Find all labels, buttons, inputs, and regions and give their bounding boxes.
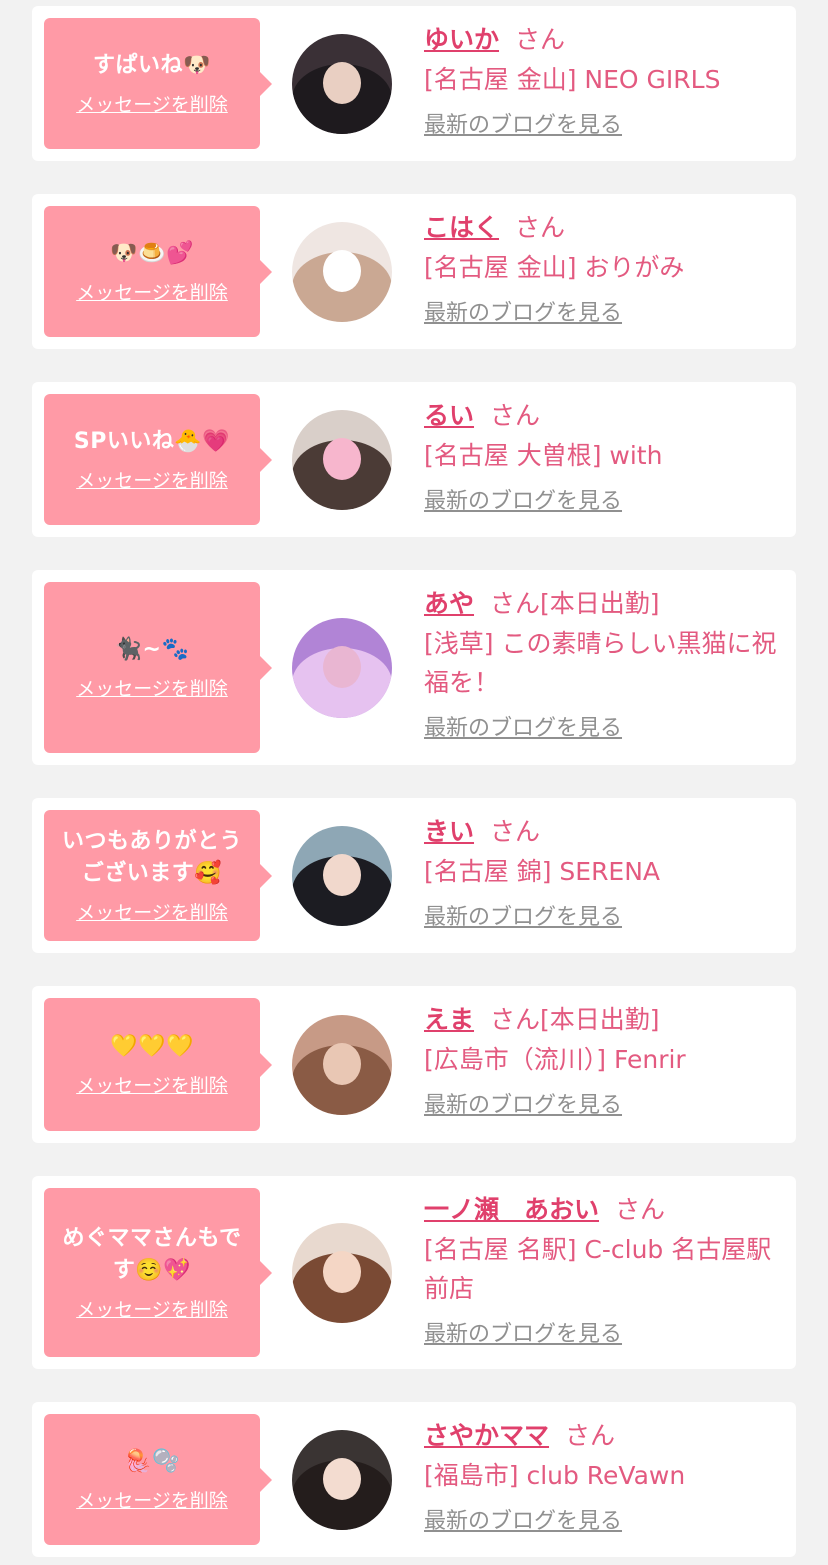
user-name-link[interactable]: 一ノ瀬 あおい xyxy=(424,1195,599,1224)
latest-blog-link[interactable]: 最新のブログを見る xyxy=(424,1503,622,1535)
name-suffix: さん xyxy=(565,1421,616,1450)
name-suffix: さん xyxy=(615,1195,666,1224)
avatar-face xyxy=(323,62,361,104)
message-bubble: 🐈‍⬛~🐾 メッセージを削除 xyxy=(44,582,272,753)
avatar-face xyxy=(323,250,361,292)
latest-blog-link[interactable]: 最新のブログを見る xyxy=(424,1087,622,1119)
avatar-face xyxy=(323,1043,361,1085)
latest-blog-link[interactable]: 最新のブログを見る xyxy=(424,710,622,742)
delete-message-link[interactable]: メッセージを削除 xyxy=(76,90,228,117)
profile-info: あや さん[本日出勤] [浅草] この素晴らしい黒猫に祝福を！ 最新のブログを見る xyxy=(424,584,784,742)
profile-info: きい さん [名古屋 錦] SERENA 最新のブログを見る xyxy=(424,812,784,931)
shop-label: [福島市] club ReVawn xyxy=(424,1461,686,1490)
avatar[interactable] xyxy=(292,34,392,134)
shop-label: [広島市（流川）] Fenrir xyxy=(424,1045,686,1074)
list-item: 💛💛💛 メッセージを削除 えま さん[本日出勤] [広島市（流川）] Fenrir… xyxy=(32,986,796,1143)
delete-message-link[interactable]: メッセージを削除 xyxy=(76,278,228,305)
avatar-face xyxy=(323,646,361,688)
avatar[interactable] xyxy=(292,222,392,322)
avatar[interactable] xyxy=(292,1015,392,1115)
avatar-face xyxy=(323,1251,361,1293)
name-suffix: さん xyxy=(490,817,541,846)
message-text: 🐶🍮💕 xyxy=(110,241,194,266)
name-suffix: さん xyxy=(490,401,541,430)
shop-label: [名古屋 大曽根] with xyxy=(424,441,663,470)
user-name-link[interactable]: るい xyxy=(424,401,474,430)
message-text: 🐈‍⬛~🐾 xyxy=(114,637,190,662)
name-suffix: さん xyxy=(490,589,541,618)
latest-blog-link[interactable]: 最新のブログを見る xyxy=(424,899,622,931)
message-bubble: 💛💛💛 メッセージを削除 xyxy=(44,998,272,1131)
user-name-link[interactable]: こはく xyxy=(424,213,499,242)
delete-message-link[interactable]: メッセージを削除 xyxy=(76,674,228,701)
message-bubble: すぱいね🐶 メッセージを削除 xyxy=(44,18,272,149)
message-text: いつもありがとうございます🥰 xyxy=(61,829,242,886)
message-text: めぐママさんもです☺️💖 xyxy=(62,1226,242,1283)
message-bubble: いつもありがとうございます🥰 メッセージを削除 xyxy=(44,810,272,941)
profile-info: ゆいか さん [名古屋 金山] NEO GIRLS 最新のブログを見る xyxy=(424,20,784,139)
list-item: SPいいね🐣💗 メッセージを削除 るい さん [名古屋 大曽根] with 最新の… xyxy=(32,382,796,537)
list-item: 🪼🫧 メッセージを削除 さやかママ さん [福島市] club ReVawn 最新… xyxy=(32,1402,796,1557)
list-item: 🐶🍮💕 メッセージを削除 こはく さん [名古屋 金山] おりがみ 最新のブログを… xyxy=(32,194,796,349)
delete-message-link[interactable]: メッセージを削除 xyxy=(76,898,228,925)
user-name-link[interactable]: きい xyxy=(424,817,474,846)
avatar[interactable] xyxy=(292,1430,392,1530)
user-name-link[interactable]: ゆいか xyxy=(424,25,499,54)
profile-info: こはく さん [名古屋 金山] おりがみ 最新のブログを見る xyxy=(424,208,784,327)
message-bubble: SPいいね🐣💗 メッセージを削除 xyxy=(44,394,272,525)
message-text: SPいいね🐣💗 xyxy=(73,429,231,454)
avatar[interactable] xyxy=(292,410,392,510)
message-bubble: めぐママさんもです☺️💖 メッセージを削除 xyxy=(44,1188,272,1357)
avatar[interactable] xyxy=(292,1223,392,1323)
latest-blog-link[interactable]: 最新のブログを見る xyxy=(424,107,622,139)
shop-label: [名古屋 名駅] C-club 名古屋駅前店 xyxy=(424,1235,772,1303)
message-bubble: 🪼🫧 メッセージを削除 xyxy=(44,1414,272,1545)
attendance-tag: [本日出勤] xyxy=(540,589,660,618)
avatar[interactable] xyxy=(292,618,392,718)
list-item: すぱいね🐶 メッセージを削除 ゆいか さん [名古屋 金山] NEO GIRLS … xyxy=(32,6,796,161)
profile-info: さやかママ さん [福島市] club ReVawn 最新のブログを見る xyxy=(424,1416,784,1535)
message-text: 🪼🫧 xyxy=(124,1449,180,1474)
name-suffix: さん xyxy=(515,213,566,242)
profile-info: るい さん [名古屋 大曽根] with 最新のブログを見る xyxy=(424,396,784,515)
name-suffix: さん xyxy=(490,1005,541,1034)
profile-info: 一ノ瀬 あおい さん [名古屋 名駅] C-club 名古屋駅前店 最新のブログを… xyxy=(424,1190,784,1348)
delete-message-link[interactable]: メッセージを削除 xyxy=(76,1486,228,1513)
avatar-face xyxy=(323,1458,361,1500)
shop-label: [名古屋 金山] おりがみ xyxy=(424,253,685,282)
avatar-face xyxy=(323,438,361,480)
avatar-face xyxy=(323,854,361,896)
list-item: いつもありがとうございます🥰 メッセージを削除 きい さん [名古屋 錦] SER… xyxy=(32,798,796,953)
latest-blog-link[interactable]: 最新のブログを見る xyxy=(424,1316,622,1348)
user-name-link[interactable]: あや xyxy=(424,589,474,618)
user-name-link[interactable]: さやかママ xyxy=(424,1421,549,1450)
shop-label: [名古屋 金山] NEO GIRLS xyxy=(424,65,721,94)
user-name-link[interactable]: えま xyxy=(424,1005,474,1034)
like-message-list: すぱいね🐶 メッセージを削除 ゆいか さん [名古屋 金山] NEO GIRLS … xyxy=(0,0,828,1565)
attendance-tag: [本日出勤] xyxy=(540,1005,660,1034)
message-text: すぱいね🐶 xyxy=(93,53,211,78)
avatar[interactable] xyxy=(292,826,392,926)
message-text: 💛💛💛 xyxy=(110,1034,194,1059)
profile-info: えま さん[本日出勤] [広島市（流川）] Fenrir 最新のブログを見る xyxy=(424,1000,784,1119)
message-bubble: 🐶🍮💕 メッセージを削除 xyxy=(44,206,272,337)
list-item: 🐈‍⬛~🐾 メッセージを削除 あや さん[本日出勤] [浅草] この素晴らしい黒猫… xyxy=(32,570,796,765)
delete-message-link[interactable]: メッセージを削除 xyxy=(76,1295,228,1322)
list-item: めぐママさんもです☺️💖 メッセージを削除 一ノ瀬 あおい さん [名古屋 名駅]… xyxy=(32,1176,796,1369)
shop-label: [名古屋 錦] SERENA xyxy=(424,857,661,886)
latest-blog-link[interactable]: 最新のブログを見る xyxy=(424,483,622,515)
shop-label: [浅草] この素晴らしい黒猫に祝福を！ xyxy=(424,629,777,697)
delete-message-link[interactable]: メッセージを削除 xyxy=(76,1071,228,1098)
name-suffix: さん xyxy=(515,25,566,54)
latest-blog-link[interactable]: 最新のブログを見る xyxy=(424,295,622,327)
delete-message-link[interactable]: メッセージを削除 xyxy=(76,466,228,493)
